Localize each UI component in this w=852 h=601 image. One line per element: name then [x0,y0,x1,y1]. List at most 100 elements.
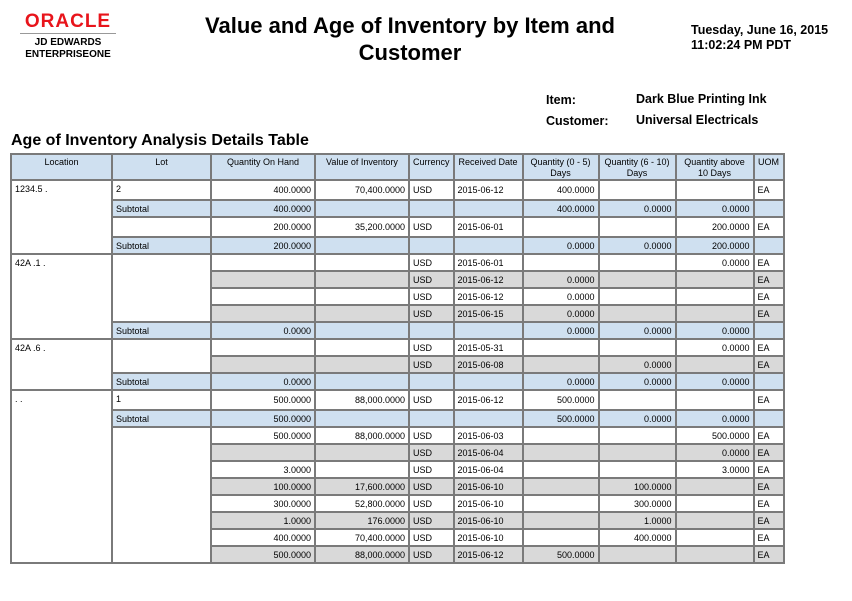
empty-cell [452,321,524,340]
data-cell: 2015-06-12 [452,179,524,201]
data-cell [597,389,677,411]
data-cell [314,338,410,357]
data-cell: 100.0000 [597,477,677,496]
data-cell [597,443,677,462]
data-cell [521,216,600,238]
data-cell: 3.0000 [674,460,755,479]
empty-cell [314,372,410,391]
data-cell: EA [752,443,785,462]
data-cell [521,528,600,547]
data-cell: 17,600.0000 [314,477,410,496]
data-cell: 500.0000 [210,389,316,411]
data-cell [674,511,755,530]
subtotal-row: Subtotal 500.0000 500.0000 0.0000 0.0000 [11,409,785,428]
data-cell [210,287,316,306]
empty-cell [752,372,785,391]
data-cell: 2015-06-01 [452,216,524,238]
data-cell: 1.0000 [597,511,677,530]
data-cell [597,304,677,323]
subtotal-row: Subtotal 0.0000 0.0000 0.0000 0.0000 [11,372,785,391]
column-header: UOM [752,153,785,181]
data-cell: 0.0000 [597,355,677,374]
data-cell: EA [752,304,785,323]
data-cell [210,443,316,462]
column-header: Location [10,153,113,181]
data-cell: 2015-06-10 [452,511,524,530]
data-cell [597,287,677,306]
subtotal-qty-6-10: 0.0000 [597,199,677,218]
data-cell: 500.0000 [521,545,600,564]
data-cell: USD [408,355,455,374]
data-cell: USD [408,545,455,564]
data-cell [674,494,755,513]
subtotal-qty-on-hand: 500.0000 [210,409,316,428]
data-cell [314,460,410,479]
subtotal-qty-on-hand: 0.0000 [210,372,316,391]
subtotal-label: Subtotal [111,409,212,428]
data-cell: USD [408,443,455,462]
data-cell: 0.0000 [521,304,600,323]
data-cell: 2015-06-10 [452,528,524,547]
data-cell: 2015-06-12 [452,270,524,289]
data-cell: 400.0000 [210,528,316,547]
empty-cell [408,321,455,340]
inventory-table: Location Lot Quantity On Hand Value of Inve… [10,153,785,564]
data-cell: 200.0000 [210,216,316,238]
subtotal-row: Subtotal 0.0000 0.0000 0.0000 0.0000 [11,321,785,340]
data-cell: USD [408,270,455,289]
location-cell: . . [10,389,113,564]
empty-cell [752,199,785,218]
item-label: Item: [546,93,576,107]
column-header: Value of Inventory [314,153,410,181]
data-cell: USD [408,253,455,272]
data-cell [674,477,755,496]
data-cell [210,338,316,357]
location-cell: 42A .6 . [10,338,113,391]
data-cell: 0.0000 [674,443,755,462]
data-cell [314,304,410,323]
subtotal-qty-0-5: 500.0000 [521,409,600,428]
column-header: Quantity On Hand [210,153,316,181]
data-cell [521,477,600,496]
data-cell [210,253,316,272]
report-date: Tuesday, June 16, 2015 [691,23,829,37]
empty-cell [314,236,410,255]
data-cell: 300.0000 [597,494,677,513]
subtotal-qty-0-5: 0.0000 [521,372,600,391]
subtotal-qty-above-10: 200.0000 [674,236,755,255]
data-cell: 70,400.0000 [314,179,410,201]
data-cell: 2015-06-04 [452,443,524,462]
data-cell: EA [752,270,785,289]
table-row: 42A .1 . USD 2015-06-01 0.0000 EA [10,253,785,340]
lot-cell [111,216,212,238]
report-title: Value and Age of Inventory by Item and C… [205,13,615,65]
column-header: Received Date [452,153,524,181]
data-cell [674,179,755,201]
data-cell [314,270,410,289]
column-header: Quantity above 10 Days [674,153,755,181]
data-cell [210,304,316,323]
section-title: Age of Inventory Analysis Details Table [11,132,309,149]
data-cell [674,287,755,306]
data-cell: EA [752,426,785,445]
data-cell: EA [752,179,785,201]
subtotal-qty-above-10: 0.0000 [674,372,755,391]
column-header: Quantity (6 - 10) Days [597,153,677,181]
subtotal-qty-0-5: 0.0000 [521,321,600,340]
data-cell: 35,200.0000 [314,216,410,238]
data-cell: 500.0000 [521,389,600,411]
data-cell: USD [408,477,455,496]
subtotal-row: Subtotal 400.0000 400.0000 0.0000 0.0000 [11,199,785,218]
data-cell: 500.0000 [674,426,755,445]
data-cell: 500.0000 [210,426,316,445]
data-cell: USD [408,179,455,201]
data-cell [597,460,677,479]
data-cell: 0.0000 [521,270,600,289]
lot-cell: 2 [111,179,212,201]
subtotal-qty-6-10: 0.0000 [597,236,677,255]
subtotal-qty-on-hand: 400.0000 [210,199,316,218]
table-row: . . 1 500.0000 88,000.0000 USD 2015-06-12 500.… [10,389,785,564]
empty-cell [452,236,524,255]
report-datetime: Tuesday, June 16, 2015 11:02:24 PM PDT [691,23,828,53]
logo-oracle: ORACLE [20,12,116,34]
